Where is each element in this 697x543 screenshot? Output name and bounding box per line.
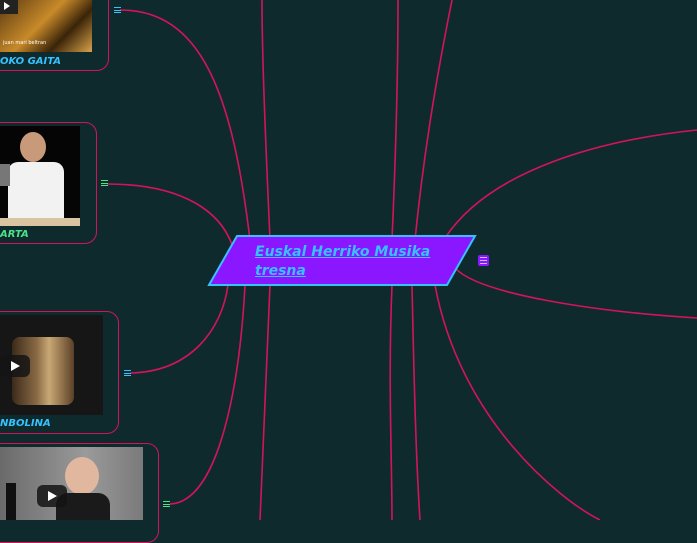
play-icon[interactable] (0, 355, 30, 377)
branch-left-2 (106, 183, 236, 256)
menu-icon[interactable] (101, 180, 108, 186)
branch-left-3 (129, 284, 229, 374)
branch-down-3 (411, 284, 421, 520)
menu-icon[interactable] (114, 7, 121, 13)
node-2-image[interactable] (0, 126, 80, 226)
branch-right-1 (444, 129, 697, 239)
menu-icon[interactable] (124, 370, 131, 376)
branch-up-3 (414, 0, 453, 241)
branch-up-1 (261, 0, 271, 241)
node-3-caption: NBOLINA (0, 418, 51, 429)
branch-left-1 (119, 9, 251, 241)
node-1-caption: OKO GAITA (0, 56, 62, 67)
branch-right-3 (434, 284, 601, 520)
node-1-thumb-text: juan mari beltran (3, 40, 47, 46)
central-topic-menu-icon[interactable] (478, 255, 489, 266)
central-topic-title[interactable]: Euskal Herriko Musika tresna (255, 243, 445, 281)
branch-down-2 (389, 284, 393, 520)
play-icon[interactable] (37, 485, 67, 507)
play-icon (4, 2, 10, 10)
node-4-video[interactable] (0, 447, 143, 520)
branch-left-4 (169, 284, 246, 505)
node-3-video[interactable] (0, 315, 103, 415)
branch-up-2 (391, 0, 399, 241)
node-2-caption: ARTA (0, 229, 29, 240)
branch-right-2 (454, 267, 697, 319)
node-1-image[interactable]: juan mari beltran (0, 0, 92, 52)
menu-icon[interactable] (163, 501, 170, 507)
branch-down-1 (259, 284, 271, 520)
